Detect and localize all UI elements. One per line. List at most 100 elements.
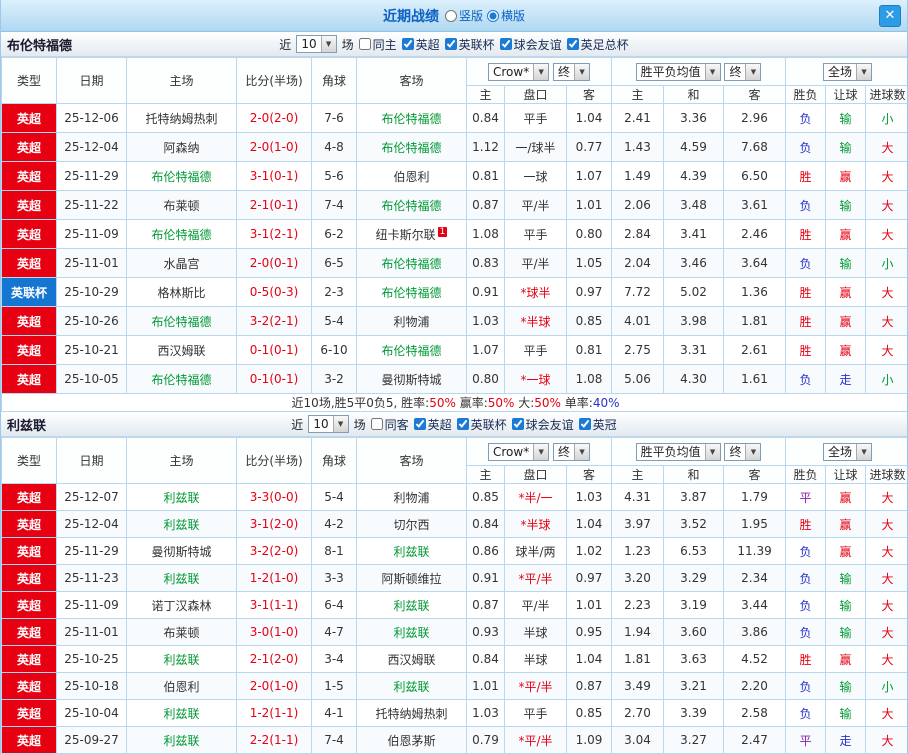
handicap-result: 赢: [826, 162, 866, 191]
asian-away-odds: 1.04: [567, 104, 612, 133]
euro-draw-odds: 3.21: [664, 673, 724, 700]
euro-draw-odds: 4.59: [664, 133, 724, 162]
same-venue-checkbox[interactable]: [371, 418, 383, 430]
col-home: 主场: [127, 58, 237, 104]
euro-final-select[interactable]: 终▼: [724, 443, 761, 461]
asian-final-select[interactable]: 终▼: [553, 63, 590, 81]
asian-handicap: *半球: [505, 511, 567, 538]
match-count-select[interactable]: 10▼: [296, 35, 336, 53]
league-epl-checkbox[interactable]: [402, 38, 414, 50]
wdl-average-select[interactable]: 胜平负均值▼: [636, 443, 721, 461]
home-team: 布莱顿: [127, 191, 237, 220]
euro-draw-odds: 3.36: [664, 104, 724, 133]
match-row: 英超25-11-09诺丁汉森林3-1(1-1)6-4利兹联0.87平/半1.01…: [2, 592, 908, 619]
score-halftime: 3-1(0-1): [237, 162, 312, 191]
home-team: 布伦特福德: [127, 307, 237, 336]
score-halftime: 3-1(1-1): [237, 592, 312, 619]
league-championship-checkbox[interactable]: [579, 418, 591, 430]
leeds-matches-table: 类型 日期 主场 比分(半场) 角球 客场 Crow*▼ 终▼ 胜平负均值▼ 终…: [1, 437, 908, 754]
league-type-badge: 英超: [2, 220, 57, 249]
league-friendly-checkbox[interactable]: [500, 38, 512, 50]
match-row: 英超25-09-27利兹联2-2(1-1)7-4伯恩茅斯0.79*平/半1.09…: [2, 727, 908, 754]
away-team: 利兹联: [357, 538, 467, 565]
asian-handicap: 平/半: [505, 249, 567, 278]
away-team: 切尔西: [357, 511, 467, 538]
close-button[interactable]: ✕: [879, 5, 901, 27]
away-team: 利物浦: [357, 484, 467, 511]
euro-lose-odds: 2.46: [724, 220, 786, 249]
league-efl-cup-checkbox[interactable]: [445, 38, 457, 50]
asian-final-select[interactable]: 终▼: [553, 443, 590, 461]
summary-segment: 40%: [593, 396, 620, 410]
handicap-result: 输: [826, 133, 866, 162]
home-team: 布莱顿: [127, 619, 237, 646]
asian-handicap: 平手: [505, 700, 567, 727]
euro-win-odds: 2.70: [612, 700, 664, 727]
euro-final-select[interactable]: 终▼: [724, 63, 761, 81]
goals-over-under: 大: [866, 278, 908, 307]
asian-odds-group: Crow*▼ 终▼: [467, 58, 612, 86]
vertical-layout-radio[interactable]: [445, 10, 457, 22]
sub-col-asian-away: 客: [567, 86, 612, 104]
corner-score: 5-4: [312, 307, 357, 336]
corner-score: 1-5: [312, 673, 357, 700]
euro-win-odds: 3.97: [612, 511, 664, 538]
same-venue-checkbox[interactable]: [359, 38, 371, 50]
score-halftime: 3-3(0-0): [237, 484, 312, 511]
asian-away-odds: 1.07: [567, 162, 612, 191]
handicap-result: 输: [826, 673, 866, 700]
euro-odds-group: 胜平负均值▼ 终▼: [612, 438, 786, 466]
full-match-select[interactable]: 全场▼: [823, 443, 872, 461]
asian-handicap: 球半/两: [505, 538, 567, 565]
result-group: 全场▼: [786, 58, 908, 86]
summary-segment: 50%: [488, 396, 515, 410]
home-team: 阿森纳: [127, 133, 237, 162]
col-away: 客场: [357, 438, 467, 484]
full-match-select[interactable]: 全场▼: [823, 63, 872, 81]
chevron-down-icon: ▼: [533, 444, 548, 460]
horizontal-layout-option: 横版: [487, 7, 525, 24]
match-date: 25-11-22: [57, 191, 127, 220]
euro-lose-odds: 2.58: [724, 700, 786, 727]
asian-home-odds: 0.80: [467, 365, 505, 394]
euro-draw-odds: 6.53: [664, 538, 724, 565]
league-type-badge: 英超: [2, 336, 57, 365]
corner-score: 4-7: [312, 619, 357, 646]
match-result: 胜: [786, 162, 826, 191]
corner-score: 3-3: [312, 565, 357, 592]
home-team: 曼彻斯特城: [127, 538, 237, 565]
asian-handicap: 半球: [505, 646, 567, 673]
team-name: 利兹联: [7, 415, 46, 434]
league-friendly-checkbox[interactable]: [512, 418, 524, 430]
vertical-layout-option: 竖版: [445, 7, 483, 24]
euro-win-odds: 4.01: [612, 307, 664, 336]
league-fa-cup-checkbox[interactable]: [567, 38, 579, 50]
league-efl-cup-checkbox[interactable]: [457, 418, 469, 430]
goals-over-under: 大: [866, 727, 908, 754]
bookmaker-select[interactable]: Crow*▼: [488, 63, 549, 81]
away-team: 西汉姆联: [357, 646, 467, 673]
horizontal-layout-radio[interactable]: [487, 10, 499, 22]
asian-handicap: *平/半: [505, 673, 567, 700]
panel-title: 近期战绩: [383, 6, 439, 26]
corner-score: 7-4: [312, 191, 357, 220]
asian-handicap: 平/半: [505, 191, 567, 220]
col-type: 类型: [2, 58, 57, 104]
euro-draw-odds: 3.27: [664, 727, 724, 754]
vertical-layout-label: 竖版: [459, 7, 483, 24]
match-row: 英超25-12-06托特纳姆热刺2-0(2-0)7-6布伦特福德0.84平手1.…: [2, 104, 908, 133]
league-epl-checkbox[interactable]: [414, 418, 426, 430]
match-row: 英超25-11-22布莱顿2-1(0-1)7-4布伦特福德0.87平/半1.01…: [2, 191, 908, 220]
match-result: 胜: [786, 220, 826, 249]
bookmaker-select[interactable]: Crow*▼: [488, 443, 549, 461]
team-section-header-brentford: 布伦特福德 近 10▼ 场 同主 英超 英联杯 球会友谊: [1, 32, 907, 57]
wdl-average-select[interactable]: 胜平负均值▼: [636, 63, 721, 81]
sub-col-handicap-result: 让球: [826, 466, 866, 484]
match-count-select[interactable]: 10▼: [308, 415, 348, 433]
asian-away-odds: 0.97: [567, 565, 612, 592]
handicap-result: 赢: [826, 484, 866, 511]
handicap-result: 赢: [826, 307, 866, 336]
match-result: 负: [786, 104, 826, 133]
goals-over-under: 小: [866, 673, 908, 700]
asian-home-odds: 0.83: [467, 249, 505, 278]
